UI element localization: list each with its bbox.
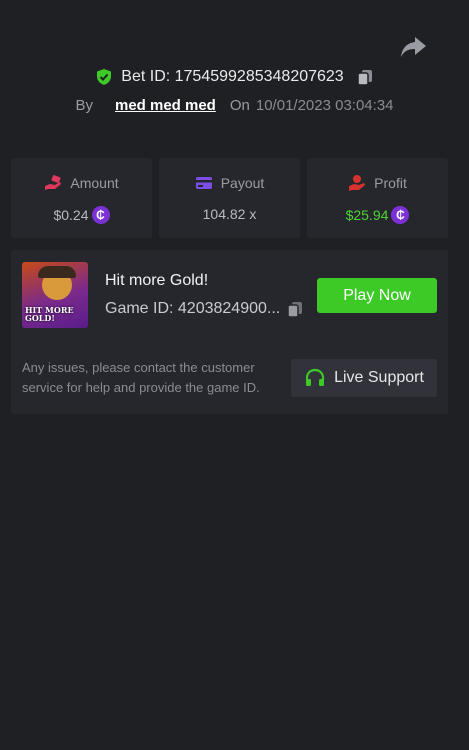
help-text: Any issues, please contact the customer … — [22, 360, 260, 395]
stat-payout-label: Payout — [220, 175, 265, 191]
money-hand-icon — [45, 175, 62, 190]
shield-check-icon — [97, 69, 112, 85]
coin-icon: ₵ — [391, 206, 410, 224]
stat-payout-value: 104.82 x — [202, 206, 257, 222]
author-row: By med med med On 10/01/2023 03:04:34 — [0, 97, 469, 114]
copy-icon[interactable] — [286, 300, 304, 318]
live-support-label: Live Support — [334, 369, 424, 386]
bet-date: 10/01/2023 03:04:34 — [255, 97, 394, 114]
thumbnail-text: HIT MORE GOLD! — [25, 305, 74, 323]
play-now-button[interactable]: Play Now — [317, 278, 437, 313]
stat-amount-label: Amount — [70, 175, 119, 191]
stat-amount: Amount $0.24 ₵ — [11, 158, 152, 238]
copy-icon[interactable] — [356, 68, 374, 86]
on-label: On — [229, 97, 250, 114]
miner-hat — [38, 266, 76, 278]
live-support-button[interactable]: Live Support — [291, 359, 437, 397]
by-label: By — [75, 97, 93, 114]
profit-hand-icon — [349, 175, 366, 191]
stat-payout: Payout 104.82 x — [159, 158, 300, 238]
game-id-row: Game ID: 4203824900... — [105, 300, 304, 318]
stat-profit-value: $25.94 — [345, 207, 389, 223]
bet-stats: Amount $0.24 ₵ Payout 104.82 x Profit $2… — [11, 158, 448, 238]
card-icon — [195, 177, 212, 189]
stat-profit-label: Profit — [374, 175, 407, 191]
bet-id-text: Bet ID: 1754599285348207623 — [121, 68, 344, 85]
headset-icon — [305, 368, 325, 386]
stat-amount-value: $0.24 — [53, 207, 89, 223]
bet-id-row: Bet ID: 1754599285348207623 — [0, 68, 469, 86]
username-link[interactable]: med med med — [115, 97, 216, 114]
bet-detail-page: Bet ID: 1754599285348207623 By med med m… — [0, 0, 469, 750]
game-thumbnail[interactable]: HIT MORE GOLD! — [22, 262, 88, 328]
stat-profit: Profit $25.94 ₵ — [307, 158, 448, 238]
game-title: Hit more Gold! — [105, 272, 209, 289]
game-id-text: Game ID: 4203824900... — [105, 300, 281, 317]
game-card: HIT MORE GOLD! Hit more Gold! Game ID: 4… — [11, 250, 448, 414]
coin-icon: ₵ — [91, 206, 110, 224]
share-icon[interactable] — [399, 34, 427, 60]
